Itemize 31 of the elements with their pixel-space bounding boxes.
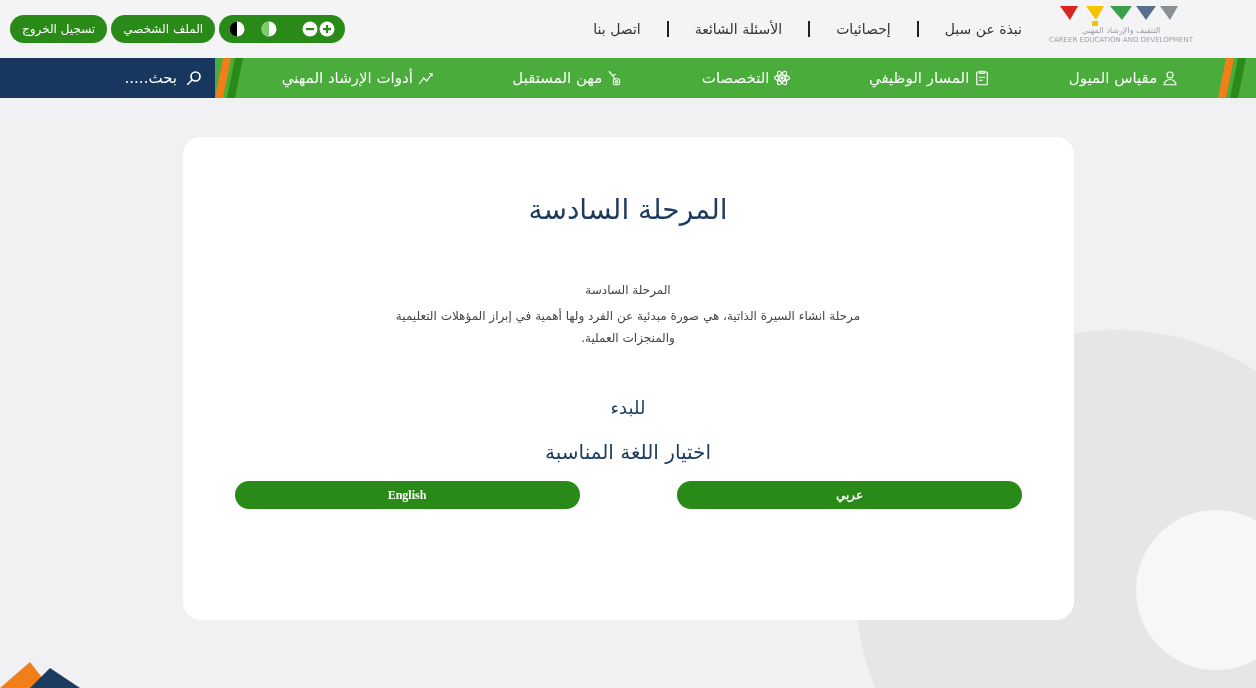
user-icon <box>1161 69 1180 87</box>
atom-icon <box>773 69 792 87</box>
language-button[interactable]: عربي <box>676 481 1022 509</box>
contrast-icon[interactable] <box>261 21 277 37</box>
top-link[interactable]: نبذة عن سبل <box>944 18 1022 40</box>
nav-link[interactable]: مهن المستقبل <box>512 66 625 90</box>
zoom-out-icon[interactable] <box>302 21 318 37</box>
logo-arabic-text: التثقيف والإرشاد المهني <box>1081 25 1161 36</box>
high-contrast-icon[interactable] <box>229 21 245 37</box>
profile-button[interactable]: الملف الشخصي <box>111 15 216 43</box>
nav-link[interactable]: المسار الوظيفي <box>868 66 992 90</box>
logout-button[interactable]: تسجيل الخروج <box>10 15 108 43</box>
language-button[interactable]: English <box>234 481 580 509</box>
corner-decoration-icon <box>0 662 80 688</box>
top-link[interactable]: إحصائيات <box>836 18 891 40</box>
top-link[interactable]: الأسئلة الشائعة <box>694 18 783 40</box>
nav-link[interactable]: مقياس الميول <box>1068 66 1180 90</box>
search-bar[interactable]: بحث..... <box>0 58 215 98</box>
top-link[interactable]: اتصل بنا <box>593 18 641 40</box>
start-heading: للبدء <box>610 396 646 420</box>
nav-link[interactable]: التخصصات <box>701 66 792 90</box>
search-icon <box>185 69 203 87</box>
search-field[interactable]: بحث..... <box>27 66 177 90</box>
page-title: المرحلة السادسة <box>528 192 728 228</box>
nav-link[interactable]: أدوات الإرشاد المهني <box>281 66 435 90</box>
stripe-decoration-icon <box>1218 58 1246 98</box>
stripe-decoration-icon <box>215 58 243 98</box>
language-heading: اختيار اللغة المناسبة <box>545 439 711 466</box>
description-text: مرحلة انشاء السيرة الذاتية، هي صورة مبدئية عن الفرد ولها أهمية في إبراز المؤهلات التعليمية والمنجزات العملية. <box>394 307 862 347</box>
zoom-in-icon[interactable] <box>319 21 335 37</box>
section-subtitle: المرحلة السادسة <box>585 282 671 299</box>
